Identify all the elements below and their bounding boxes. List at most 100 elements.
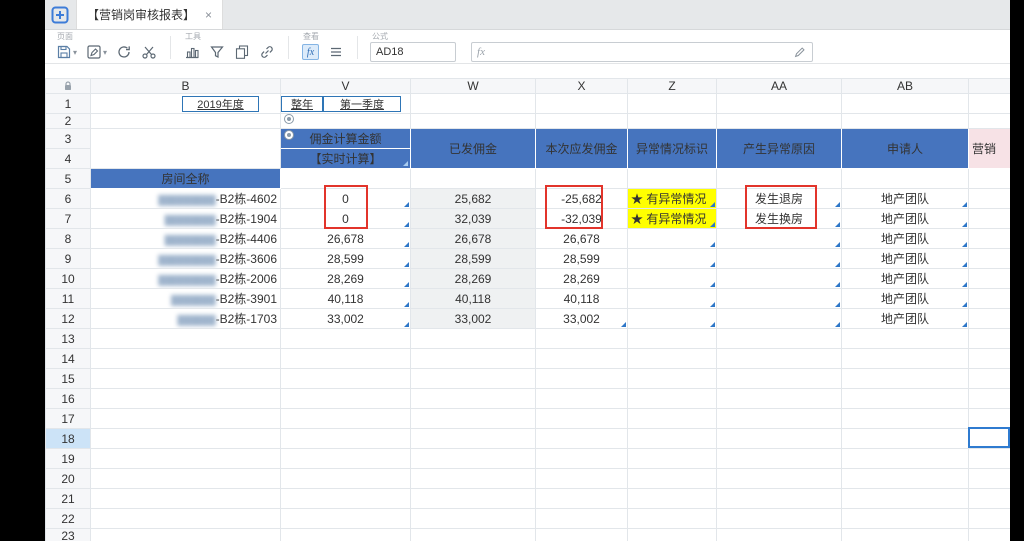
cell-X9[interactable]: 28,599	[536, 249, 628, 269]
header-applicant[interactable]: 申请人	[842, 129, 969, 169]
empty-cell[interactable]	[281, 429, 411, 449]
empty-cell[interactable]	[842, 529, 969, 541]
empty-cell[interactable]	[969, 289, 1011, 309]
column-header-W[interactable]: W	[411, 79, 536, 94]
row-header-10[interactable]: 10	[46, 269, 91, 289]
empty-cell[interactable]	[536, 449, 628, 469]
edit-button[interactable]: ▾	[85, 43, 108, 61]
cell-AB10[interactable]: 地产团队	[842, 269, 969, 289]
empty-cell[interactable]	[628, 489, 717, 509]
cell-Z12[interactable]	[628, 309, 717, 329]
empty-cell[interactable]	[717, 529, 842, 541]
empty-cell[interactable]	[717, 489, 842, 509]
empty-cell[interactable]	[536, 114, 628, 129]
empty-cell[interactable]	[717, 449, 842, 469]
empty-cell[interactable]	[91, 409, 281, 429]
empty-cell[interactable]	[628, 349, 717, 369]
cell-W10[interactable]: 28,269	[411, 269, 536, 289]
cell-AA9[interactable]	[717, 249, 842, 269]
empty-cell[interactable]	[969, 269, 1011, 289]
cell-V6[interactable]: 0	[281, 189, 411, 209]
empty-cell[interactable]	[536, 489, 628, 509]
column-header-AA[interactable]: AA	[717, 79, 842, 94]
row-header-18[interactable]: 18	[46, 429, 91, 449]
empty-cell[interactable]	[628, 389, 717, 409]
empty-cell[interactable]	[969, 449, 1011, 469]
empty-cell[interactable]	[281, 169, 411, 189]
empty-cell[interactable]	[969, 389, 1011, 409]
row-header-4[interactable]: 4	[46, 149, 91, 169]
row-header-15[interactable]: 15	[46, 369, 91, 389]
cell-W12[interactable]: 33,002	[411, 309, 536, 329]
empty-cell[interactable]	[842, 329, 969, 349]
empty-cell[interactable]	[717, 509, 842, 529]
cell-AB8[interactable]: 地产团队	[842, 229, 969, 249]
cell-X12[interactable]: 33,002	[536, 309, 628, 329]
header-marketing-partial[interactable]: 营销	[969, 129, 1011, 169]
cell-V1[interactable]: 整年 第一季度	[281, 94, 411, 114]
fx-view-button[interactable]: fx	[301, 43, 320, 61]
cell-AB6[interactable]: 地产团队	[842, 189, 969, 209]
column-header-Z[interactable]: Z	[628, 79, 717, 94]
select-all-corner[interactable]	[46, 79, 91, 94]
empty-cell[interactable]	[969, 509, 1011, 529]
empty-cell[interactable]	[969, 169, 1011, 189]
empty-cell[interactable]	[91, 389, 281, 409]
empty-cell[interactable]	[536, 349, 628, 369]
empty-cell[interactable]	[628, 94, 717, 114]
row-header-7[interactable]: 7	[46, 209, 91, 229]
row-header-2[interactable]: 2	[46, 114, 91, 129]
empty-cell[interactable]	[628, 114, 717, 129]
empty-cell[interactable]	[842, 94, 969, 114]
cell-W11[interactable]: 40,118	[411, 289, 536, 309]
cell-B7[interactable]: ████████-B2栋-1904	[91, 209, 281, 229]
empty-cell[interactable]	[281, 489, 411, 509]
empty-cell[interactable]	[969, 349, 1011, 369]
empty-cell[interactable]	[536, 429, 628, 449]
cell-B6[interactable]: █████████-B2栋-4602	[91, 189, 281, 209]
empty-cell[interactable]	[536, 529, 628, 541]
empty-cell[interactable]	[969, 209, 1011, 229]
empty-cell[interactable]	[91, 329, 281, 349]
empty-cell[interactable]	[411, 114, 536, 129]
empty-cell[interactable]	[281, 469, 411, 489]
cell-V11[interactable]: 40,118	[281, 289, 411, 309]
empty-cell[interactable]	[411, 389, 536, 409]
empty-cell[interactable]	[536, 389, 628, 409]
empty-cell[interactable]	[969, 329, 1011, 349]
cell-B11[interactable]: ███████-B2栋-3901	[91, 289, 281, 309]
empty-cell[interactable]	[969, 114, 1011, 129]
empty-cell[interactable]	[281, 409, 411, 429]
empty-cell[interactable]	[717, 429, 842, 449]
empty-cell[interactable]	[969, 229, 1011, 249]
empty-cell[interactable]	[842, 409, 969, 429]
empty-cell[interactable]	[281, 369, 411, 389]
cell-X10[interactable]: 28,269	[536, 269, 628, 289]
cell-Z8[interactable]	[628, 229, 717, 249]
empty-cell[interactable]	[536, 369, 628, 389]
empty-cell[interactable]	[842, 114, 969, 129]
empty-cell[interactable]	[628, 409, 717, 429]
column-header-partial[interactable]	[969, 79, 1011, 94]
empty-cell[interactable]	[628, 369, 717, 389]
row-header-23[interactable]: 23	[46, 529, 91, 541]
outline-toggle-icon[interactable]	[284, 114, 294, 124]
empty-cell[interactable]	[628, 449, 717, 469]
empty-cell[interactable]	[411, 409, 536, 429]
empty-cell[interactable]	[411, 94, 536, 114]
cell-W6[interactable]: 25,682	[411, 189, 536, 209]
empty-cell[interactable]	[281, 349, 411, 369]
header-commission-calc[interactable]: 佣金计算金额	[281, 129, 411, 149]
cell-W9[interactable]: 28,599	[411, 249, 536, 269]
empty-cell[interactable]	[969, 369, 1011, 389]
cell-W8[interactable]: 26,678	[411, 229, 536, 249]
empty-cell[interactable]	[628, 529, 717, 541]
header-paid-commission[interactable]: 已发佣金	[411, 129, 536, 169]
empty-cell[interactable]	[281, 529, 411, 541]
empty-cell[interactable]	[411, 469, 536, 489]
empty-cell[interactable]	[281, 509, 411, 529]
column-header-B[interactable]: B	[91, 79, 281, 94]
formula-edit-pencil-icon[interactable]	[793, 45, 807, 59]
column-header-X[interactable]: X	[536, 79, 628, 94]
cell-B12[interactable]: ██████-B2栋-1703	[91, 309, 281, 329]
